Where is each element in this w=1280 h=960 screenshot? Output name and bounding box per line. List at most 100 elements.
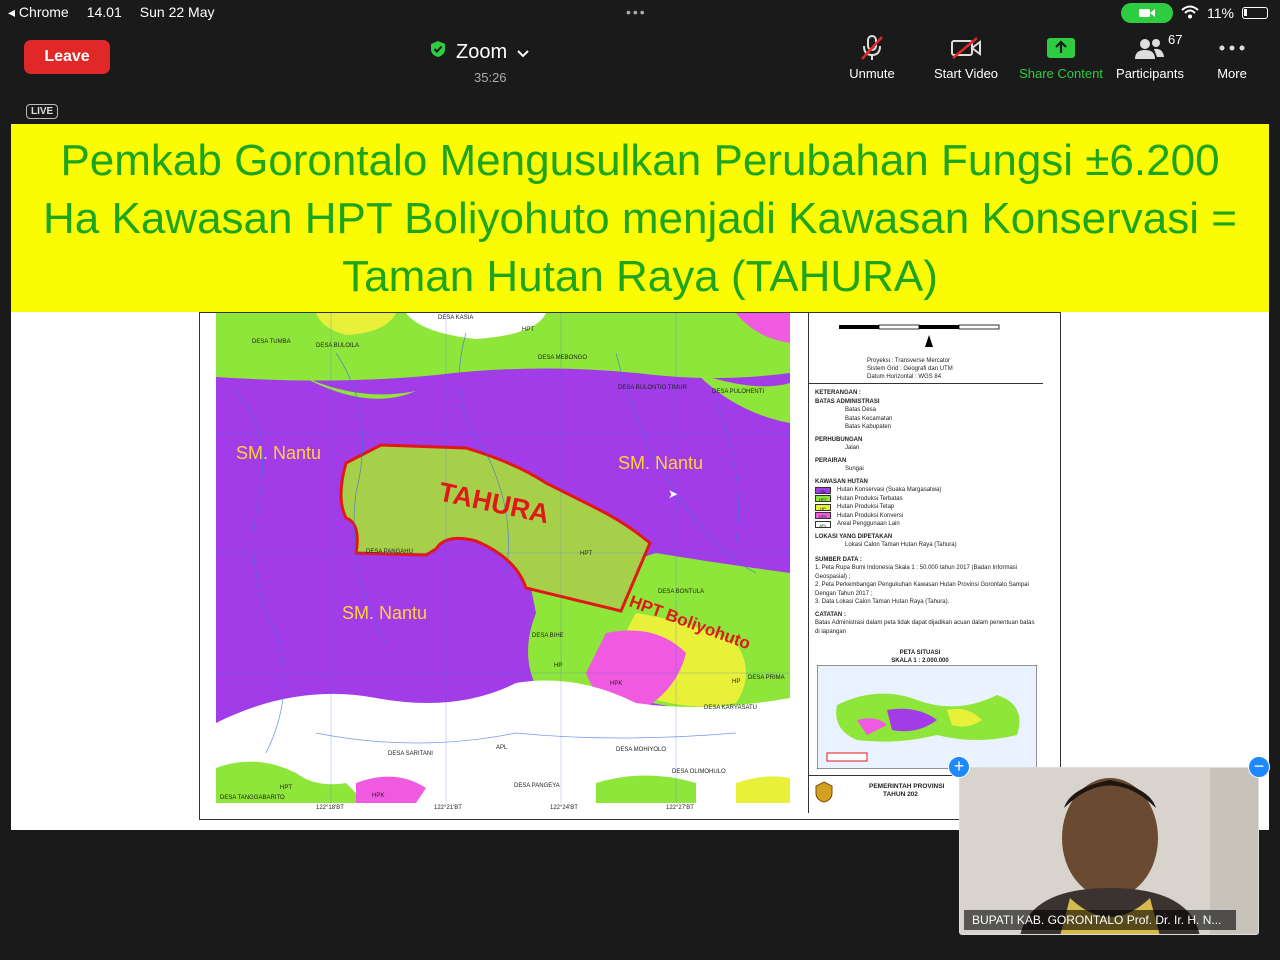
village-label: DESA MEBONGO	[538, 355, 588, 361]
participant-video-tile[interactable]: BUPATI KAB. GORONTALO Prof. Dr. Ir. H. N…	[959, 767, 1259, 935]
kawasan-label: Hutan Konservasi (Suaka Margasatwa)	[837, 487, 942, 493]
battery-icon	[1242, 7, 1268, 19]
legend-item: Batas Kecamatan	[845, 415, 893, 422]
meeting-name: Zoom	[456, 40, 508, 63]
slide-title-line-3: Taman Hutan Raya (TAHURA)	[342, 252, 938, 301]
zone-tag: HPK	[610, 681, 623, 687]
legend-sumber-item: 1. Peta Rupa Bumi Indonesia Skala 1 : 50…	[815, 565, 1018, 580]
legend-sumber-item: 2. Peta Perkembangan Pengukuhan Kawasan …	[815, 582, 1029, 597]
village-label: DESA SARITANI	[388, 751, 433, 757]
forest-map: SM. Nantu SM. Nantu SM. Nantu TAHURA HPT…	[216, 313, 790, 803]
more-label: More	[1217, 66, 1247, 81]
map-label-sm-nantu-south: SM. Nantu	[342, 603, 428, 623]
back-to-app[interactable]: ◂ Chrome	[8, 4, 69, 21]
legend-body: KETERANGAN : BATAS ADMINISTRASI Batas De…	[815, 389, 1037, 636]
projection-row: Proyeksi : Transverse Mercator	[867, 358, 951, 364]
village-label: DESA TANGGABARITO	[220, 795, 285, 801]
province-seal-icon	[815, 781, 833, 805]
projection-row: Datum Horizontal : WGS 84	[867, 374, 942, 380]
map-label-sm-nantu-east: SM. Nantu	[618, 453, 704, 473]
zone-tag: HPT	[522, 327, 534, 333]
video-off-icon	[918, 34, 1014, 62]
village-label: DESA BIHE	[532, 633, 564, 639]
slide-title: Pemkab Gorontalo Mengusulkan Perubahan F…	[11, 124, 1269, 306]
village-label: DESA KASIA	[438, 315, 474, 321]
slide-title-line-2: Ha Kawasan HPT Boliyohuto menjadi Kawasa…	[43, 194, 1237, 243]
kawasan-legend-row: APL Areal Penggunaan Lain	[815, 520, 1037, 529]
more-dots-icon	[1184, 34, 1280, 62]
zone-tag: APL	[496, 745, 508, 751]
kawasan-legend-row: SM Hutan Konservasi (Suaka Margasatwa)	[815, 486, 1037, 495]
zone-tag: HP	[554, 663, 563, 669]
kawasan-swatch: HPT	[815, 495, 831, 503]
legend-item: Jalan	[845, 445, 860, 451]
legend-lokasi-title: LOKASI YANG DIPETAKAN	[815, 533, 893, 540]
legend-batas-admin: BATAS ADMINISTRASI	[815, 398, 880, 405]
map-frame: SM. Nantu SM. Nantu SM. Nantu TAHURA HPT…	[199, 312, 1061, 820]
village-label: DESA PRIMA	[748, 675, 785, 681]
leave-button[interactable]: Leave	[24, 40, 110, 74]
legend-keterangan: KETERANGAN :	[815, 390, 861, 396]
village-label: DESA BONTULA	[658, 589, 705, 595]
village-label: DESA BULOILA	[316, 343, 360, 349]
tahun-label: TAHUN 202	[883, 791, 918, 798]
meeting-toolbar: Leave Zoom 35:26 Unmute Start Video Shar…	[0, 26, 1280, 88]
kawasan-legend-row: HPT Hutan Produksi Terbatas	[815, 495, 1037, 504]
slide-title-line-1: Pemkab Gorontalo Mengusulkan Perubahan F…	[60, 136, 1220, 185]
village-label: DESA PANGAHU	[366, 549, 413, 555]
minimize-tile-button[interactable]: −	[1248, 756, 1270, 778]
share-content-label: Share Content	[1019, 66, 1103, 81]
add-tile-button[interactable]: +	[948, 756, 970, 778]
participants-count: 67	[1168, 32, 1183, 47]
share-screen-icon	[1013, 34, 1109, 62]
chevron-down-icon	[517, 41, 529, 64]
legend-catatan-title: CATATAN :	[815, 611, 846, 618]
status-bar: ◂ Chrome 14.01 Sun 22 May ••• 11%	[0, 0, 1280, 26]
wifi-icon	[1181, 5, 1199, 22]
unmute-button[interactable]: Unmute	[824, 34, 920, 81]
camera-indicator-icon	[1121, 3, 1174, 23]
kawasan-swatch: SM	[815, 486, 831, 494]
shared-slide: Pemkab Gorontalo Mengusulkan Perubahan F…	[11, 124, 1269, 830]
village-label: DESA TUMBA	[252, 339, 291, 345]
unmute-label: Unmute	[849, 66, 895, 81]
map-label-sm-nantu-west: SM. Nantu	[236, 443, 322, 463]
start-video-button[interactable]: Start Video	[918, 34, 1014, 81]
kawasan-label: Hutan Produksi Terbatas	[837, 495, 903, 502]
village-label: DESA KARYASATU	[704, 705, 758, 711]
kawasan-list: SM Hutan Konservasi (Suaka Margasatwa) HPT…	[815, 486, 1037, 529]
meeting-title[interactable]: Zoom	[430, 40, 529, 64]
projection-row: Sistem Grid : Geografi dan UTM	[867, 366, 953, 372]
legend-perairan: PERAIRAN	[815, 457, 847, 464]
legend-item: Lokasi Calon Taman Hutan Raya (Tahura)	[845, 542, 957, 548]
legend-item: Sungai	[845, 466, 864, 472]
lon-tick: 122°18'BT	[316, 805, 344, 811]
mouse-cursor-icon: ➤	[668, 487, 679, 501]
lon-tick: 122°21'BT	[434, 805, 462, 811]
legend-footer: PEMERINTAH PROVINSI TAHUN 202	[869, 783, 944, 799]
situasi-title: PETA SITUASI	[899, 650, 941, 656]
kawasan-swatch: HP	[815, 503, 831, 511]
meeting-elapsed-time: 35:26	[474, 70, 507, 85]
more-button[interactable]: More	[1184, 34, 1280, 81]
map-legend: Proyeksi : Transverse Mercator Sistem Gr…	[808, 313, 1043, 813]
situasi-header: PETA SITUASI SKALA 1 : 2.000.000	[855, 649, 985, 665]
clock: 14.01	[86, 4, 122, 20]
village-label: DESA MOHIYOLO	[616, 747, 667, 753]
kawasan-swatch: HPK	[815, 512, 831, 520]
map-canvas	[216, 313, 790, 803]
village-label: DESA PULOHENTI	[712, 389, 765, 395]
multitasking-dots-icon[interactable]: •••	[626, 4, 647, 20]
kawasan-legend-row: HPK Hutan Produksi Konversi	[815, 512, 1037, 521]
zone-tag: HPT	[580, 551, 592, 557]
share-content-button[interactable]: Share Content	[1013, 34, 1109, 81]
live-badge[interactable]: LIVE	[26, 104, 59, 119]
microphone-muted-icon	[824, 34, 920, 62]
slide-title-banner: Pemkab Gorontalo Mengusulkan Perubahan F…	[11, 124, 1269, 312]
village-label: DESA OLIMOHULO	[672, 769, 726, 775]
lon-tick: 122°24'BT	[550, 805, 578, 811]
date: Sun 22 May	[139, 4, 215, 20]
legend-sumber-item: 3. Data Lokasi Calon Taman Hutan Raya (T…	[815, 599, 950, 605]
legend-perhubungan: PERHUBUNGAN	[815, 436, 863, 443]
kawasan-label: Hutan Produksi Tetap	[837, 504, 895, 510]
